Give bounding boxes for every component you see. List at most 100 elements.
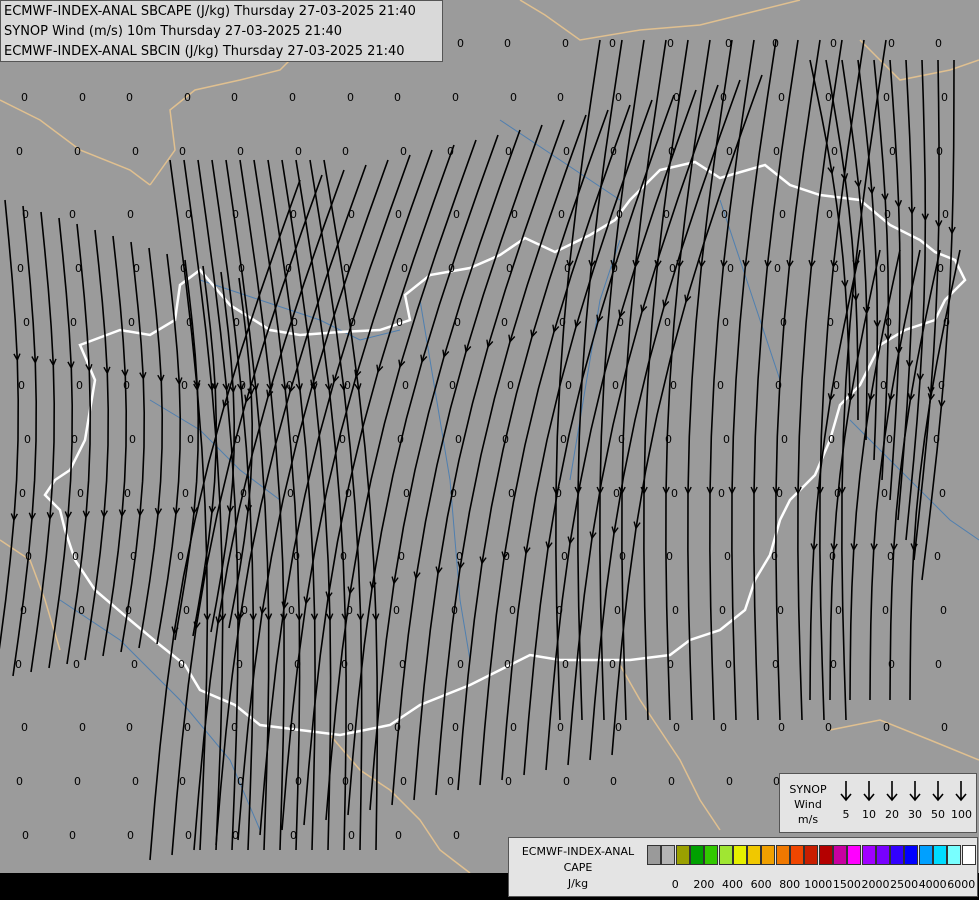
cin-value-label: 0 bbox=[23, 316, 30, 329]
cin-value-label: 0 bbox=[828, 433, 835, 446]
cin-value-label: 0 bbox=[663, 208, 670, 221]
cin-value-label: 0 bbox=[290, 208, 297, 221]
cin-value-label: 0 bbox=[612, 379, 619, 392]
wind-legend-arrow: 50 bbox=[928, 780, 948, 821]
cin-value-label: 0 bbox=[447, 775, 454, 788]
cin-value-label: 0 bbox=[720, 91, 727, 104]
cin-value-label: 0 bbox=[77, 487, 84, 500]
cin-value-label: 0 bbox=[617, 316, 624, 329]
wind-streamline bbox=[369, 129, 521, 811]
cin-value-label: 0 bbox=[15, 658, 22, 671]
cin-value-label: 0 bbox=[933, 433, 940, 446]
cape-color-swatch bbox=[732, 845, 747, 865]
cin-value-label: 0 bbox=[616, 208, 623, 221]
cin-value-label: 0 bbox=[666, 550, 673, 563]
cin-value-label: 0 bbox=[123, 379, 130, 392]
wind-legend-arrow: 5 bbox=[836, 780, 856, 821]
wind-legend-arrow: 20 bbox=[882, 780, 902, 821]
cin-value-label: 0 bbox=[773, 145, 780, 158]
cin-value-label: 0 bbox=[611, 262, 618, 275]
cin-value-label: 0 bbox=[22, 829, 29, 842]
cin-value-label: 0 bbox=[613, 487, 620, 500]
cin-value-label: 0 bbox=[936, 145, 943, 158]
cape-color-swatch bbox=[918, 845, 933, 865]
cin-value-label: 0 bbox=[69, 208, 76, 221]
cin-value-label: 0 bbox=[889, 145, 896, 158]
neighbour-border-segment bbox=[859, 39, 979, 81]
neighbour-border-segment bbox=[829, 719, 979, 761]
title-sbcape: ECMWF-INDEX-ANAL SBCAPE (J/kg) Thursday … bbox=[4, 4, 416, 19]
cin-value-label: 0 bbox=[343, 262, 350, 275]
cin-value-label: 0 bbox=[883, 721, 890, 734]
map-canvas: 0 0 0 0 0 0 0 0 0 0 0 0 0 0 0 0 0 0 0 0 0 0 0 0 0 0 0 0 0 0 0 0 0 0 0 0 0 0 0 0… bbox=[0, 0, 979, 874]
wind-legend-arrow: 100 bbox=[951, 780, 972, 821]
cape-color-swatch bbox=[904, 845, 919, 865]
cin-value-label: 0 bbox=[234, 433, 241, 446]
cape-color-swatch bbox=[661, 845, 676, 865]
cin-value-label: 0 bbox=[344, 379, 351, 392]
cin-value-label: 0 bbox=[342, 145, 349, 158]
cape-color-swatch bbox=[761, 845, 776, 865]
cin-value-label: 0 bbox=[127, 829, 134, 842]
cin-value-label: 0 bbox=[669, 262, 676, 275]
cin-value-label: 0 bbox=[401, 262, 408, 275]
cin-value-label: 0 bbox=[827, 316, 834, 329]
cin-value-label: 0 bbox=[826, 208, 833, 221]
cin-value-label: 0 bbox=[71, 433, 78, 446]
cin-value-label: 0 bbox=[830, 37, 837, 50]
cin-value-label: 0 bbox=[935, 658, 942, 671]
cin-value-label: 0 bbox=[72, 550, 79, 563]
cin-value-label: 0 bbox=[451, 604, 458, 617]
cape-legend-label: ECMWF-INDEX-ANAL CAPE J/kg bbox=[521, 845, 635, 890]
cin-value-label: 0 bbox=[882, 604, 889, 617]
wind-streamlines-layer bbox=[0, 39, 961, 861]
cin-value-label: 0 bbox=[726, 775, 733, 788]
cin-value-label: 0 bbox=[455, 433, 462, 446]
neighbour-border-segment bbox=[519, 0, 801, 41]
cin-value-label: 0 bbox=[69, 829, 76, 842]
cape-color-swatch bbox=[704, 845, 719, 865]
cape-color-swatch bbox=[832, 845, 847, 865]
cin-value-label: 0 bbox=[510, 91, 517, 104]
cin-value-label: 0 bbox=[291, 316, 298, 329]
cin-value-label: 0 bbox=[557, 91, 564, 104]
cin-value-label: 0 bbox=[673, 91, 680, 104]
cin-value-label: 0 bbox=[397, 433, 404, 446]
cin-value-label: 0 bbox=[339, 433, 346, 446]
cin-value-label: 0 bbox=[559, 316, 566, 329]
cin-value-label: 0 bbox=[775, 379, 782, 392]
cin-value-label: 0 bbox=[937, 262, 944, 275]
cape-tick-label: 2000 bbox=[861, 878, 890, 891]
cin-value-label: 0 bbox=[128, 316, 135, 329]
cape-tick-label: 800 bbox=[779, 878, 801, 891]
country-border bbox=[43, 160, 967, 737]
cin-value-label: 0 bbox=[237, 145, 244, 158]
cape-tick-label: 400 bbox=[722, 878, 743, 891]
wind-streamline bbox=[193, 169, 345, 851]
cin-value-label: 0 bbox=[565, 379, 572, 392]
cape-color-swatch bbox=[961, 845, 976, 865]
cin-value-label: 0 bbox=[833, 379, 840, 392]
cin-value-label: 0 bbox=[723, 433, 730, 446]
cin-value-label: 0 bbox=[671, 487, 678, 500]
cin-value-label: 0 bbox=[772, 37, 779, 50]
cin-value-label: 0 bbox=[183, 604, 190, 617]
cin-value-label: 0 bbox=[184, 91, 191, 104]
cin-value-label: 0 bbox=[450, 487, 457, 500]
title-synop-wind: SYNOP Wind (m/s) 10m Thursday 27-03-2025… bbox=[4, 24, 343, 39]
cin-value-label: 0 bbox=[295, 145, 302, 158]
cin-value-label: 0 bbox=[131, 658, 138, 671]
cin-value-label: 0 bbox=[938, 379, 945, 392]
cin-value-label: 0 bbox=[75, 262, 82, 275]
cin-value-label: 0 bbox=[24, 433, 31, 446]
cape-color-swatch bbox=[890, 845, 905, 865]
cin-value-label: 0 bbox=[231, 721, 238, 734]
cin-value-label: 0 bbox=[940, 604, 947, 617]
cin-value-label: 0 bbox=[16, 145, 23, 158]
weather-map[interactable]: 0 0 0 0 0 0 0 0 0 0 0 0 0 0 0 0 0 0 0 0 0 0 0 0 0 0 0 0 0 0 0 0 0 0 0 0 0 0 0 0… bbox=[0, 0, 979, 900]
cin-value-label: 0 bbox=[564, 262, 571, 275]
cape-legend: ECMWF-INDEX-ANAL CAPE J/kg 0 200 400 600 800… bbox=[508, 837, 978, 897]
cin-value-label: 0 bbox=[725, 658, 732, 671]
cin-value-label: 0 bbox=[722, 316, 729, 329]
cape-color-swatch bbox=[647, 845, 661, 865]
